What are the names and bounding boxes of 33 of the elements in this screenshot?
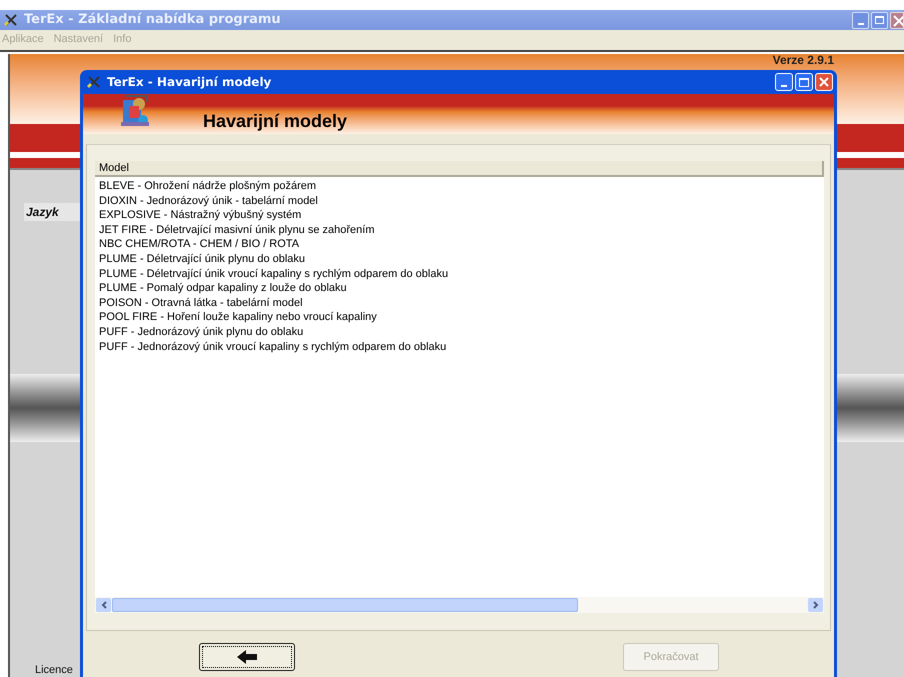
close-button[interactable] xyxy=(815,73,833,91)
list-item[interactable]: PLUME - Déletrvající únik vroucí kapaliny s rychlým odparem do oblaku xyxy=(99,266,448,282)
window-title: TerEx - Základní nabídka programu xyxy=(24,11,281,30)
list-item[interactable]: PUFF - Jednorázový únik vroucí kapaliny s rychlým odparem do oblaku xyxy=(99,340,446,354)
scroll-right-button[interactable] xyxy=(808,598,823,612)
back-button[interactable] xyxy=(199,643,295,671)
list-item[interactable]: POOL FIRE - Hoření louže kapaliny nebo vroucí kapaliny xyxy=(99,310,377,325)
minimize-button[interactable] xyxy=(852,12,869,28)
dialog-heading: Havarijní modely xyxy=(203,110,348,133)
license-label: Licence xyxy=(35,664,73,676)
tools-icon xyxy=(4,13,18,27)
scroll-left-button[interactable] xyxy=(96,598,111,612)
scroll-thumb[interactable] xyxy=(112,598,578,612)
list-item[interactable]: DIOXIN - Jednorázový únik - tabelární model xyxy=(99,194,318,208)
tools-icon xyxy=(87,75,101,89)
left-arrow-icon xyxy=(236,649,258,665)
list-item[interactable]: PUFF - Jednorázový únik plynu do oblaku xyxy=(99,324,304,340)
list-item[interactable]: NBC CHEM/ROTA - CHEM / BIO / ROTA xyxy=(99,237,300,252)
maximize-button[interactable] xyxy=(795,73,813,91)
list-item[interactable]: BLEVE - Ohrožení nádrže plošným požárem xyxy=(99,179,316,194)
column-header[interactable]: Model xyxy=(95,161,824,177)
list-item[interactable]: PLUME - Déletrvající únik plynu do oblaku xyxy=(99,252,306,267)
version-label: Verze 2.9.1 xyxy=(772,54,834,68)
minimize-button[interactable] xyxy=(775,73,793,91)
close-icon xyxy=(819,77,829,87)
window-title: TerEx - Havarijní modely xyxy=(107,74,272,91)
list-item[interactable]: EXPLOSIVE - Nástražný výbušný systém xyxy=(99,208,302,223)
maximize-button[interactable] xyxy=(871,12,888,28)
close-button[interactable] xyxy=(890,12,904,28)
list-item[interactable]: PLUME - Pomalý odpar kapaliny z louže do oblaku xyxy=(99,281,347,296)
list-item[interactable]: JET FIRE - Déletrvající masivní únik plynu se zahořením xyxy=(99,222,375,238)
list-item[interactable]: POISON - Otravná látka - tabelární model xyxy=(99,296,303,310)
horizontal-scrollbar[interactable] xyxy=(95,597,824,613)
